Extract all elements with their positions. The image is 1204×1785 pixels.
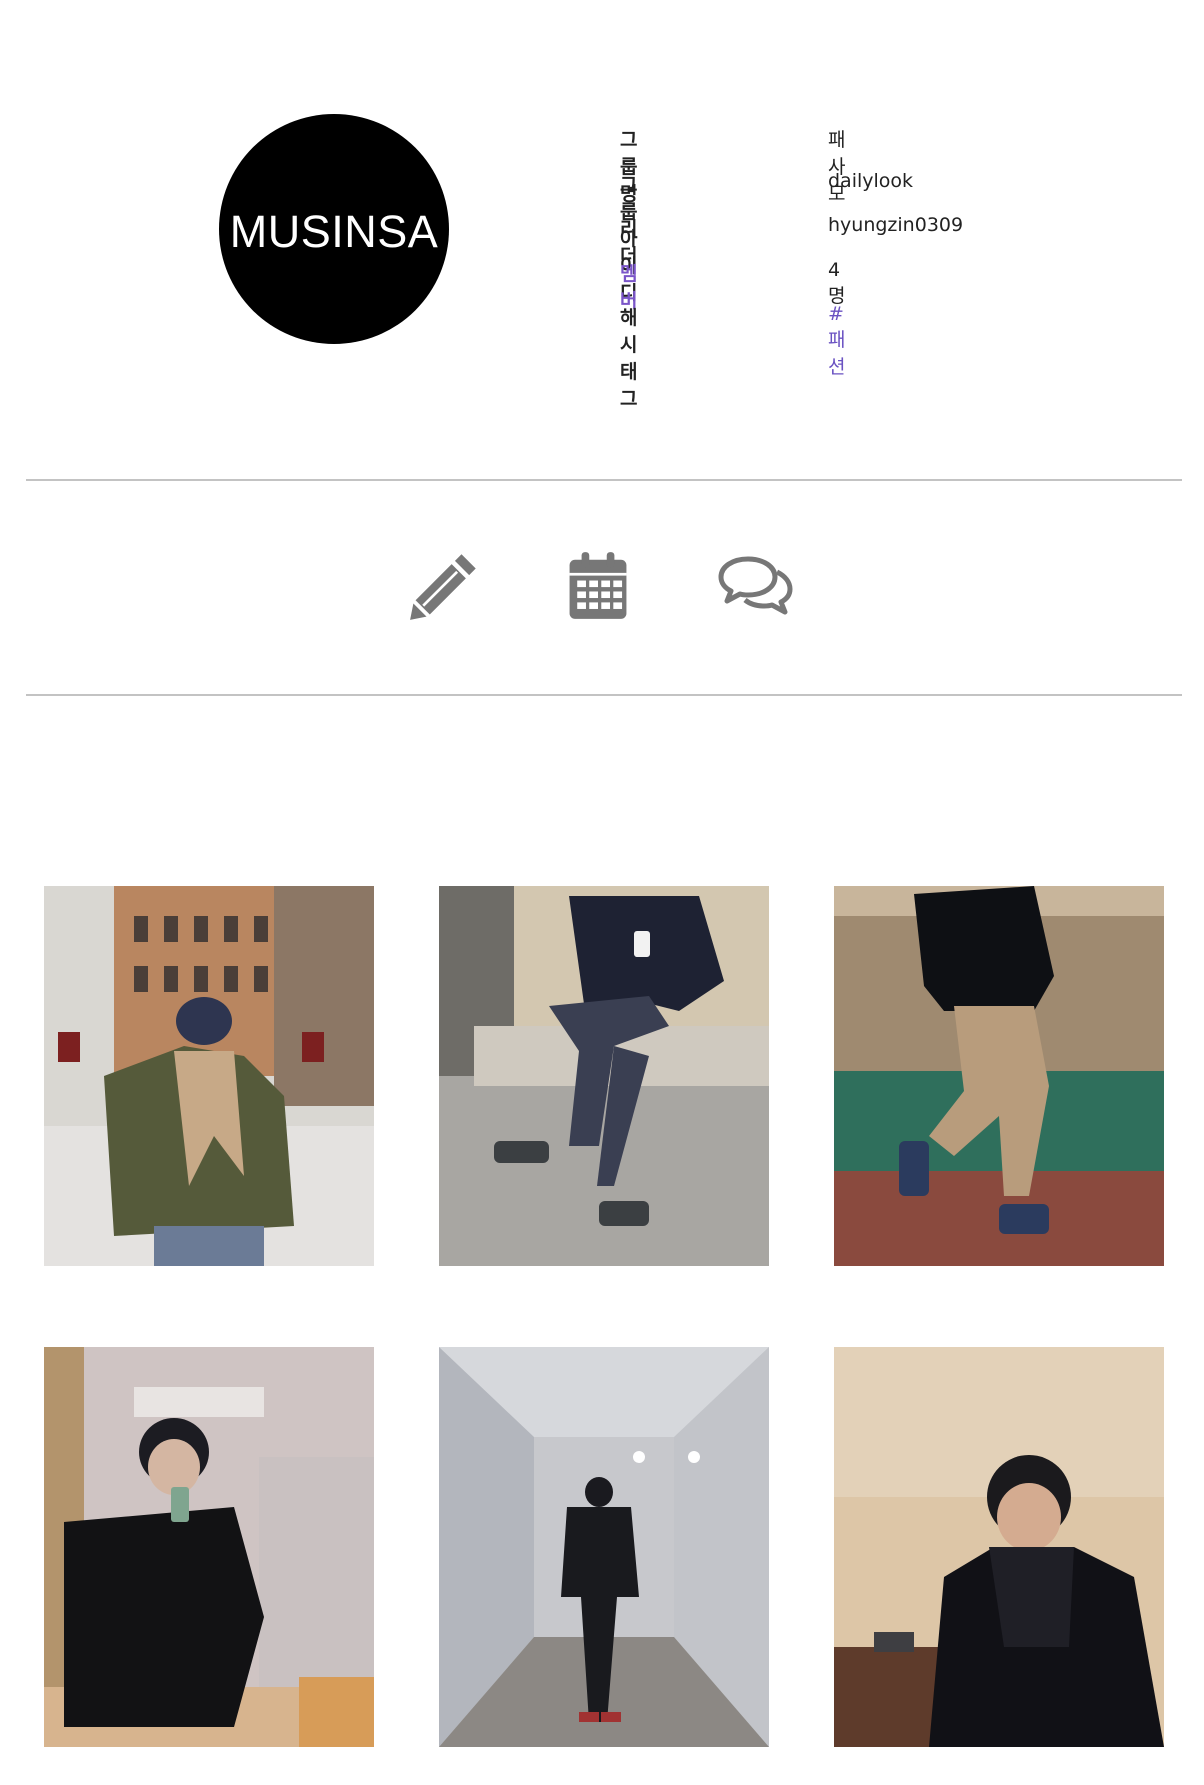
photo-post-3[interactable] [834,886,1164,1266]
photo-post-5[interactable] [439,1347,769,1747]
divider-bottom [26,694,1182,696]
tab-chat[interactable] [718,548,794,624]
tab-calendar[interactable] [560,548,636,624]
calendar-icon [569,552,627,619]
group-page: MUSINSA 그룹명 패사모 그룹 아이디 dailylook 리더 hyun… [0,0,1204,1785]
pencil-icon [410,554,476,620]
group-name-value: 패사모 [828,129,846,205]
photo-post-1[interactable] [44,886,374,1266]
photo-post-6[interactable] [834,1347,1164,1747]
photo-walking-track [834,886,1164,1266]
tab-write[interactable] [406,548,482,624]
logo-text: MUSINSA [229,206,439,257]
divider-top [26,479,1182,481]
photo-hallway [439,1347,769,1747]
comments-icon [718,556,793,615]
photo-snowy-street [44,886,374,1266]
group-logo: MUSINSA [219,114,449,344]
photo-post-2[interactable] [439,886,769,1266]
leader-value: hyungzin0309 [828,214,964,236]
hashtag-link[interactable]: #패션 [828,303,845,379]
photo-sitting-bench [439,886,769,1266]
group-id-value: dailylook [828,169,914,192]
photo-mirror-selfie [44,1347,374,1747]
hashtag-label: 해시태그 [620,307,638,410]
photo-post-4[interactable] [44,1347,374,1747]
photo-portrait-scarf [834,1347,1164,1747]
members-count: 4명 [828,258,846,307]
